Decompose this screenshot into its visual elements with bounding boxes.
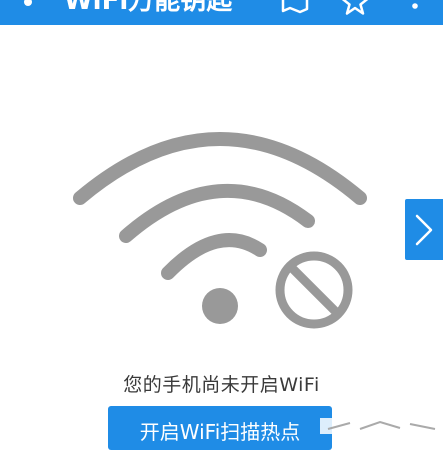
more-icon[interactable] bbox=[405, 0, 425, 16]
next-page-button[interactable] bbox=[405, 199, 443, 260]
wifi-status-message: 您的手机尚未开启WiFi bbox=[123, 374, 320, 396]
map-icon[interactable] bbox=[280, 0, 310, 16]
enable-wifi-scan-button[interactable]: 开启WiFi扫描热点 bbox=[108, 406, 332, 450]
blocked-icon bbox=[275, 251, 353, 329]
watermark-logo bbox=[320, 418, 443, 434]
app-title: WiFi万能钥匙 bbox=[64, 0, 233, 16]
wifi-disabled-icon bbox=[73, 132, 367, 329]
chevron-right-icon bbox=[415, 214, 433, 246]
star-icon[interactable] bbox=[340, 0, 370, 16]
wifi-logo-icon bbox=[24, 0, 32, 6]
app-bar: WiFi万能钥匙 bbox=[0, 0, 443, 25]
